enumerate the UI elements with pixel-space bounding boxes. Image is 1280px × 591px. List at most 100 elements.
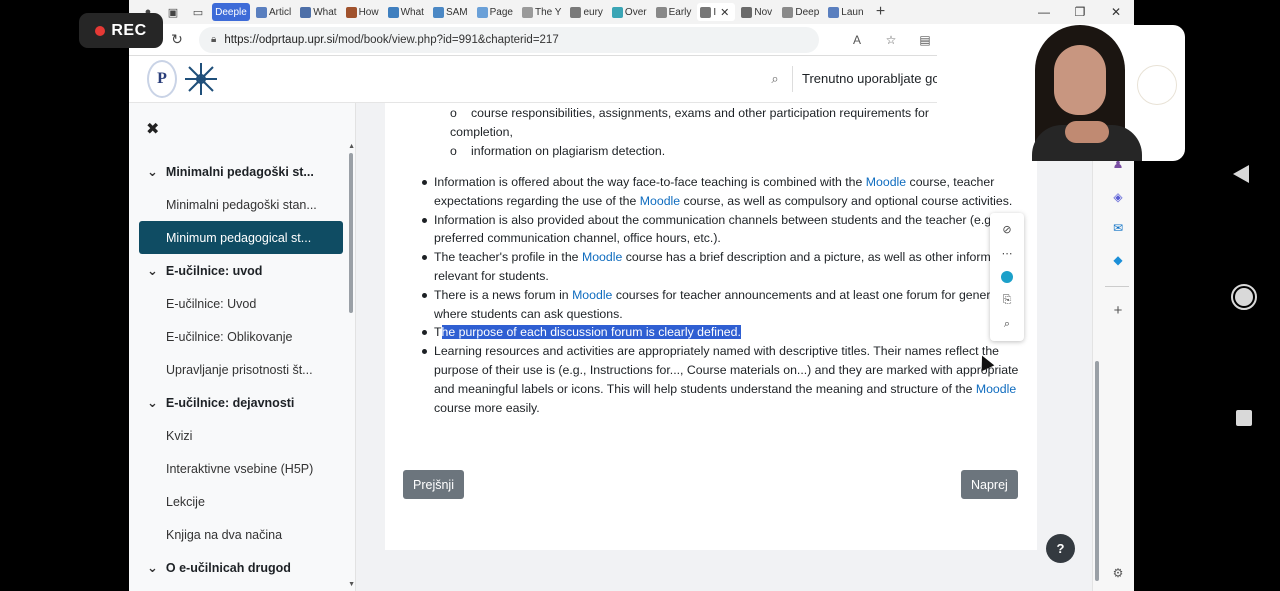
scroll-down-arrow-icon[interactable]: ▼ [348, 581, 355, 588]
browser-tab[interactable]: What [297, 3, 339, 21]
workspaces-icon[interactable]: ▣ [162, 3, 184, 21]
tab-favicon-icon [345, 6, 357, 18]
record-dot-icon [95, 25, 106, 36]
copy-icon[interactable]: ⎘ [1003, 294, 1012, 307]
toc-label: Minimalni pedagoški st... [165, 164, 314, 179]
toc-label: Lekcije [166, 494, 205, 509]
settings-gear-icon[interactable]: ⚙ [1111, 566, 1125, 580]
tab-label: The Y [534, 6, 562, 18]
presenter-face [1054, 45, 1106, 115]
toc-section[interactable]: ⌄ E-učilnice: uvod [139, 254, 343, 287]
add-sidebar-app-icon[interactable]: + [1111, 302, 1125, 319]
toc-chapter-link[interactable]: E-učilnice: Oblikovanje [139, 320, 343, 353]
reload-icon[interactable]: ↻ [165, 28, 189, 52]
previous-chapter-button[interactable]: Prejšnji [403, 470, 464, 499]
university-logo[interactable]: P [147, 60, 177, 98]
toc-label: E-učilnice: Oblikovanje [166, 329, 293, 344]
copilot-sidebar-icon[interactable]: ◈ [1111, 190, 1125, 204]
tab-favicon-icon [828, 6, 840, 18]
browser-tab[interactable]: What [385, 3, 427, 21]
close-drawer-icon[interactable]: ✖ [146, 119, 159, 139]
drawer-scrollbar[interactable] [349, 153, 353, 313]
close-window-button[interactable]: ✕ [1098, 5, 1134, 19]
tab-favicon-icon [256, 6, 267, 18]
outlook-icon[interactable]: ✉ [1111, 221, 1125, 235]
snowflake-logo-icon[interactable] [183, 61, 219, 97]
browser-tab[interactable]: Articl [253, 3, 294, 21]
page-scrollbar[interactable] [1095, 361, 1099, 581]
lock-icon[interactable]: 🔒︎ [211, 34, 216, 45]
list-item-text: Information is offered about the way fac… [434, 175, 866, 189]
maximize-button[interactable]: ❐ [1062, 5, 1098, 19]
chevron-down-icon[interactable]: ⌄ [147, 263, 158, 279]
moodle-link[interactable]: Moodle [640, 194, 680, 208]
moodle-link[interactable]: Moodle [572, 288, 612, 302]
close-tab-icon[interactable]: ✕ [720, 6, 729, 19]
presenter-hands [1065, 121, 1109, 143]
toc-label: Minimalni pedagoški stan... [166, 197, 317, 212]
logo-letter: P [157, 70, 167, 87]
circle-bullet-icon: o [450, 106, 457, 120]
recent-apps-square-icon[interactable] [1236, 410, 1252, 426]
hide-menu-icon[interactable]: ⊘ [1002, 223, 1011, 236]
toc-section[interactable]: ⌄ O e-učilnicah drugod [139, 551, 343, 584]
tab-label: I [713, 6, 717, 18]
search-icon[interactable]: ⌕ [766, 70, 784, 88]
browser-tab[interactable]: Deeple [212, 3, 250, 21]
back-triangle-icon[interactable] [1233, 165, 1249, 183]
toc-label: E-učilnice: dejavnosti [165, 395, 295, 410]
browser-tab[interactable]: Deep [779, 3, 822, 21]
read-aloud-icon[interactable]: A [849, 32, 865, 48]
search-selection-icon[interactable]: ⌕ [1004, 318, 1010, 331]
toc-chapter-link[interactable]: Interaktivne vsebine (H5P) [139, 452, 343, 485]
browser-tab[interactable]: Laun [825, 3, 866, 21]
moodle-link[interactable]: Moodle [866, 175, 906, 189]
minimize-button[interactable]: — [1026, 5, 1062, 19]
url-host: https://odprtaup.upr.si [224, 33, 335, 46]
help-button[interactable]: ? [1046, 534, 1075, 563]
toc-chapter-link[interactable]: Knjiga na dva načina [139, 518, 343, 551]
scroll-up-arrow-icon[interactable]: ▲ [348, 143, 355, 150]
moodle-link[interactable]: Moodle [976, 382, 1016, 396]
browser-tab[interactable]: Nov [738, 3, 776, 21]
tab-favicon-icon [611, 6, 623, 18]
toc-chapter-link[interactable]: Kvizi [139, 419, 343, 452]
copilot-icon[interactable] [1001, 270, 1013, 283]
tab-favicon-icon [300, 6, 312, 18]
sub-list-item: o information on plagiarism detection. [450, 142, 1010, 161]
browser-tab[interactable]: Page [474, 3, 516, 21]
moodle-link[interactable]: Moodle [582, 250, 622, 264]
favorite-star-icon[interactable]: ☆ [883, 32, 899, 48]
reading-view-icon[interactable]: ▤ [917, 32, 933, 48]
tab-label: Early [668, 6, 692, 18]
toc-chapter-link[interactable]: Minimum pedagogical st... [139, 221, 343, 254]
toc-chapter-link[interactable]: Minimalni pedagoški stan... [139, 188, 343, 221]
toc-section[interactable]: ⌄ Minimalni pedagoški st... [139, 155, 343, 188]
toc-chapter-link[interactable]: E-učilnice: Uvod [139, 287, 343, 320]
tab-actions-icon[interactable]: ▭ [187, 3, 209, 21]
browser-tab[interactable]: I ✕ [697, 3, 736, 21]
chevron-down-icon[interactable]: ⌄ [147, 560, 158, 576]
list-item-text: Learning resources and activities are ap… [434, 344, 1019, 396]
browser-tab[interactable]: The Y [519, 3, 565, 21]
browser-tab[interactable]: How [343, 3, 382, 21]
sub-list-text: course responsibilities, assignments, ex… [471, 106, 929, 120]
next-chapter-button[interactable]: Naprej [961, 470, 1018, 499]
more-options-icon[interactable]: ⋯ [1002, 247, 1013, 260]
tab-favicon-icon [476, 6, 488, 18]
browser-tab[interactable]: Early [653, 3, 695, 21]
chevron-down-icon[interactable]: ⌄ [147, 164, 158, 180]
selected-text: he purpose of each discussion forum is c… [441, 325, 741, 340]
sub-list-text: completion, [450, 124, 513, 139]
url-field[interactable]: 🔒︎ https://odprtaup.upr.si/mod/book/view… [199, 26, 819, 53]
new-tab-button[interactable]: + [870, 3, 892, 21]
drop-icon[interactable]: ◆ [1111, 253, 1125, 267]
browser-tab[interactable]: SAM [430, 3, 471, 21]
toc-chapter-link[interactable]: Upravljanje prisotnosti št... [139, 353, 343, 386]
browser-tab[interactable]: eury [567, 3, 605, 21]
toc-section[interactable]: ⌄ E-učilnice: dejavnosti [139, 386, 343, 419]
home-circle-icon[interactable] [1231, 284, 1257, 310]
browser-tab[interactable]: Over [609, 3, 650, 21]
chevron-down-icon[interactable]: ⌄ [147, 395, 158, 411]
toc-chapter-link[interactable]: Lekcije [139, 485, 343, 518]
